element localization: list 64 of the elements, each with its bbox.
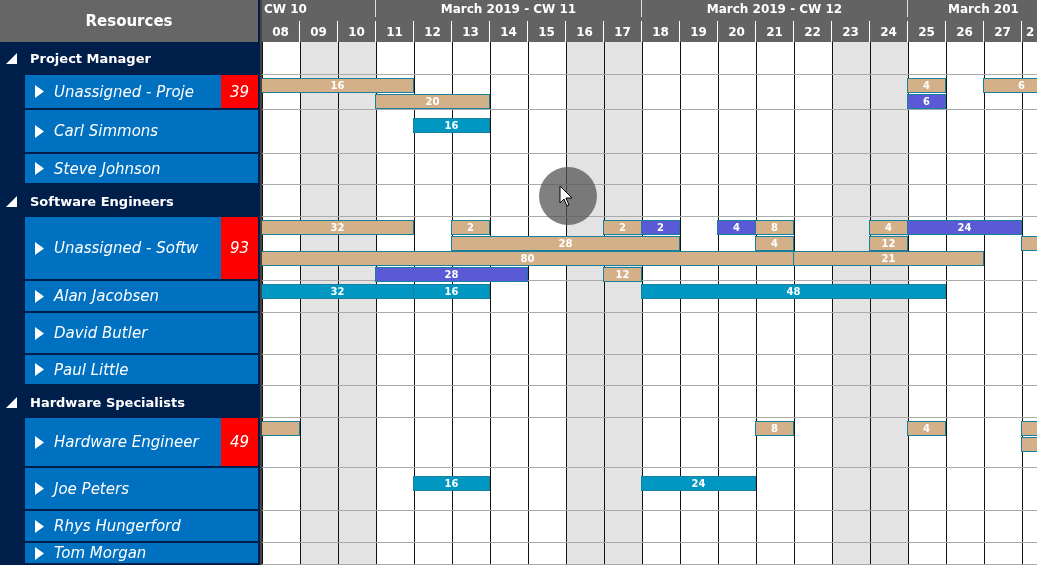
resource-row[interactable]: David Butler (25, 313, 258, 355)
resource-row[interactable]: Rhys Hungerford (25, 511, 258, 543)
booking-bar[interactable]: 32 (262, 284, 414, 299)
booking-bar[interactable]: 16 (413, 284, 490, 299)
collapsed-icon[interactable] (33, 241, 46, 255)
booking-bar[interactable]: 21 (793, 251, 984, 266)
resource-name: Joe Peters (46, 479, 258, 498)
booking-bar[interactable]: 6 (983, 78, 1037, 93)
resource-row[interactable]: Steve Johnson (25, 154, 258, 185)
count-badge: 49 (221, 418, 258, 466)
expanded-icon[interactable] (5, 52, 18, 65)
booking-bar[interactable]: 24 (907, 220, 1022, 235)
booking-bar[interactable]: 16 (413, 476, 490, 491)
resource-name: David Butler (53, 324, 149, 342)
group-header[interactable]: Project Manager (0, 42, 258, 75)
collapsed-icon[interactable] (33, 326, 46, 340)
resource-name: Hardware Engineer (53, 433, 201, 451)
resource-row[interactable]: Carl Simmons (25, 110, 258, 154)
booking-bar[interactable]: 48 (641, 284, 946, 299)
resource-row[interactable]: Unassigned - Proje 39 (25, 75, 258, 110)
collapsed-icon[interactable] (33, 85, 46, 98)
count-badge: 93 (221, 217, 258, 279)
booking-bar[interactable]: 4 (907, 78, 946, 93)
booking-bar[interactable]: 32 (262, 220, 414, 235)
collapsed-icon[interactable] (33, 289, 46, 303)
resource-name: Alan Jacobsen (52, 287, 160, 305)
expanded-icon[interactable] (5, 395, 18, 409)
resource-name: Unassigned - Proje (53, 82, 195, 101)
collapsed-icon[interactable] (33, 546, 46, 560)
booking-bar[interactable]: 16 (262, 78, 414, 93)
booking-bar[interactable]: 24 (641, 476, 756, 491)
expanded-icon[interactable] (5, 194, 18, 208)
collapsed-icon[interactable] (33, 124, 46, 138)
booking-bar[interactable]: 16 (413, 118, 490, 133)
resource-row[interactable]: Joe Peters (25, 468, 258, 511)
group-header[interactable]: Software Engineers (0, 185, 258, 217)
resource-row[interactable]: Unassigned - Softw 93 (25, 217, 258, 281)
resource-name: Carl Simmons (53, 122, 160, 140)
booking-bar[interactable]: 4 (717, 220, 756, 235)
resource-name: Unassigned - Softw (53, 239, 200, 257)
booking-bar[interactable]: 4 (869, 220, 908, 235)
column-header: Resources (0, 0, 258, 42)
resource-name: Tom Morgan (53, 544, 148, 562)
booking-bar[interactable]: 8 (755, 220, 794, 235)
count-badge: 39 (221, 75, 258, 108)
resource-row[interactable]: Paul Little (25, 355, 258, 386)
resource-row[interactable]: Alan Jacobsen (25, 281, 258, 313)
booking-bar[interactable]: 4 (907, 421, 946, 436)
resource-row[interactable]: Tom Morgan (25, 543, 258, 565)
booking-bar[interactable]: 2 (603, 220, 642, 235)
booking-bar[interactable]: 80 (262, 251, 794, 266)
resource-row[interactable]: Hardware Engineer 49 (25, 418, 258, 468)
group-header[interactable]: Hardware Specialists (0, 386, 258, 418)
collapsed-icon[interactable] (33, 519, 46, 533)
collapsed-icon[interactable] (33, 482, 46, 495)
resource-name: Steve Johnson (53, 159, 162, 178)
collapsed-icon[interactable] (33, 162, 46, 175)
collapsed-icon[interactable] (33, 435, 46, 449)
booking-bar[interactable]: 2 (641, 220, 680, 235)
resource-name: Paul Little (53, 360, 130, 379)
resource-name: Rhys Hungerford (53, 517, 182, 535)
booking-bar[interactable]: 2 (451, 220, 490, 235)
booking-bar[interactable]: 8 (755, 421, 794, 436)
collapsed-icon[interactable] (33, 363, 46, 376)
